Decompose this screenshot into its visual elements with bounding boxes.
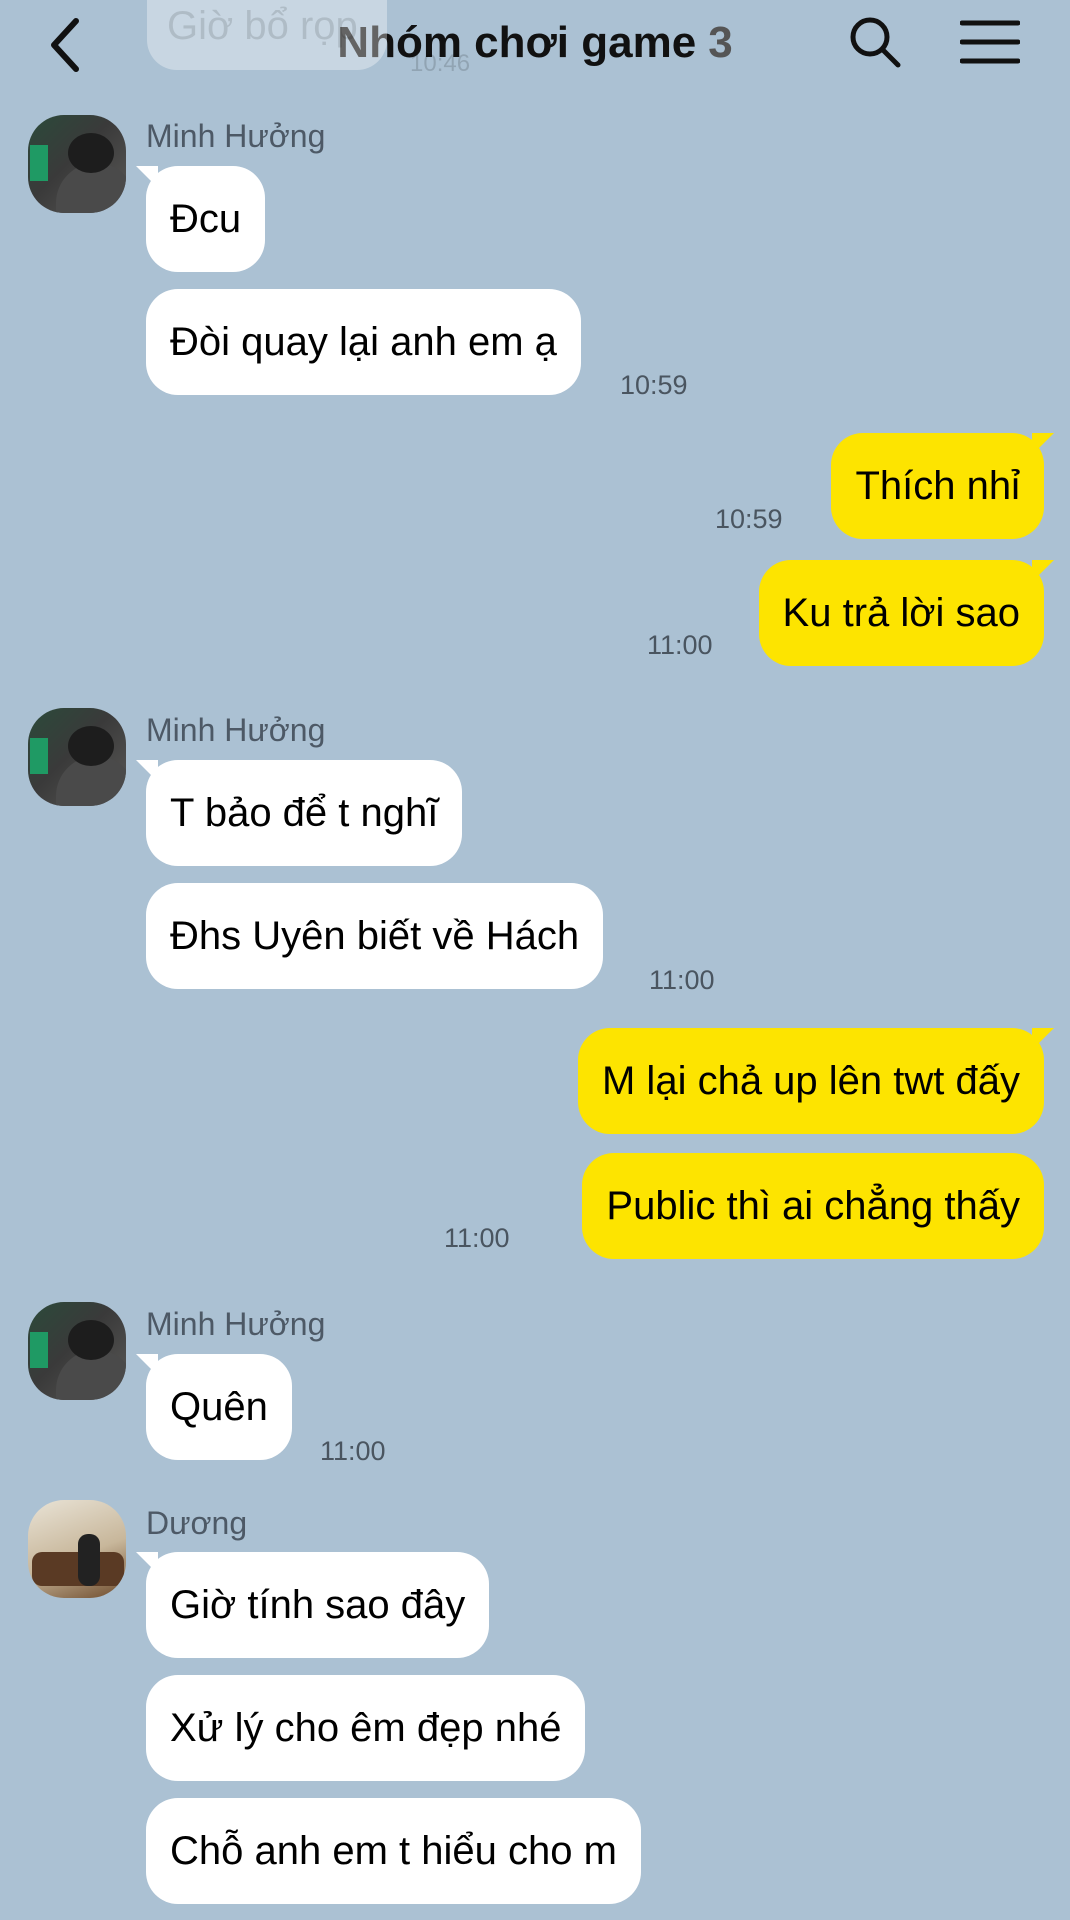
avatar-minh-huong[interactable] <box>28 708 126 806</box>
message-bubble-incoming[interactable]: Quên <box>136 1354 292 1460</box>
faded-message-bubble: Giờ bổ rọp <box>147 0 387 70</box>
sender-name: Minh Hưởng <box>146 712 326 748</box>
message-bubble-incoming[interactable]: Đòi quay lại anh em ạ <box>146 289 581 395</box>
avatar-minh-huong[interactable] <box>28 115 126 213</box>
message-bubble-outgoing[interactable]: Ku trả lời sao <box>758 560 1055 666</box>
message-bubble-incoming[interactable]: Giờ tính sao đây <box>135 1552 490 1658</box>
search-button[interactable] <box>845 12 905 72</box>
message-time: 10:59 <box>715 504 783 534</box>
sender-name: Minh Hưởng <box>146 1306 326 1342</box>
message-bubble-incoming[interactable]: Xử lý cho êm đẹp nhé <box>146 1675 586 1781</box>
search-icon <box>850 17 901 68</box>
sender-name: Dương <box>146 1505 248 1541</box>
group-name: Nhóm chơi game <box>337 18 697 67</box>
message-time: 10:59 <box>620 370 688 400</box>
message-time: 11:00 <box>444 1223 510 1253</box>
message-bubble-incoming[interactable]: Đcu <box>135 166 266 272</box>
chat-screen: Nhóm chơi game 3 Giờ bổ rọp 10:46 Minh Hư… <box>0 0 1070 1920</box>
message-time: 11:00 <box>320 1436 386 1466</box>
message-bubble-outgoing[interactable]: Thích nhỉ <box>831 433 1054 539</box>
avatar-duong[interactable] <box>28 1500 126 1598</box>
message-bubble-incoming[interactable]: Đhs Uyên biết về Hách <box>146 883 604 989</box>
message-bubble-incoming[interactable]: Chỗ anh em t hiểu cho m <box>146 1798 641 1904</box>
message-time: 11:00 <box>647 630 713 660</box>
avatar-minh-huong[interactable] <box>28 1302 126 1400</box>
sender-name: Minh Hưởng <box>146 118 326 154</box>
menu-button[interactable] <box>955 12 1025 72</box>
message-bubble-outgoing[interactable]: Public thì ai chẳng thấy <box>582 1153 1044 1259</box>
message-time: 11:00 <box>649 965 715 995</box>
message-bubble-incoming[interactable]: T bảo để t nghĩ <box>135 760 463 866</box>
member-count: 3 <box>708 18 733 67</box>
faded-message-time: 10:46 <box>410 50 471 77</box>
hamburger-menu-icon <box>960 20 1020 64</box>
message-bubble-outgoing[interactable]: M lại chả up lên twt đấy <box>578 1028 1054 1134</box>
